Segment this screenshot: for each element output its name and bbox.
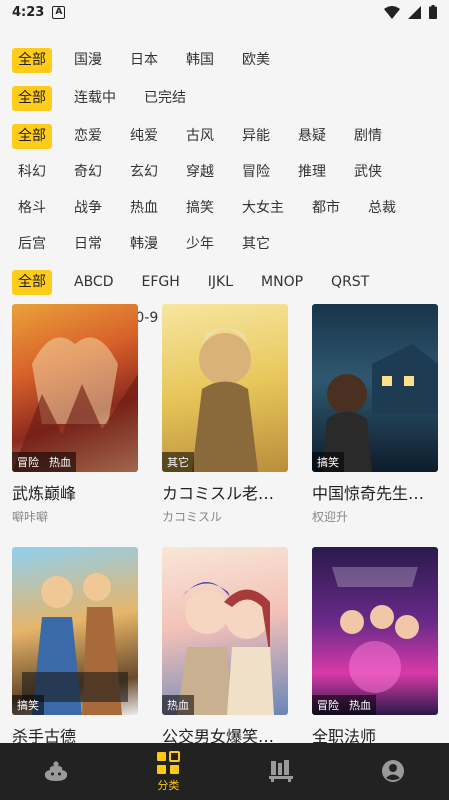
comic-cover-image[interactable]: 搞笑 xyxy=(12,547,138,715)
filter-chip-genre[interactable]: 奇幻 xyxy=(68,160,108,185)
filter-chip-genre[interactable]: 穿越 xyxy=(180,160,220,185)
filter-chip-genre[interactable]: 推理 xyxy=(292,160,332,185)
filter-chip-genre[interactable]: 玄幻 xyxy=(124,160,164,185)
comic-tag: 其它 xyxy=(162,452,194,472)
filter-chip-letter[interactable]: 全部 xyxy=(12,270,52,295)
comic-author: カコミスル xyxy=(162,510,223,524)
filter-chip-genre[interactable]: 韩漫 xyxy=(124,232,164,257)
filter-chip-letter[interactable]: IJKL xyxy=(202,270,239,295)
tab-category-label: 分类 xyxy=(157,778,180,792)
user-icon xyxy=(381,759,404,782)
filter-chip-genre[interactable]: 总裁 xyxy=(362,196,402,221)
filter-chip-genre[interactable]: 格斗 xyxy=(12,196,52,221)
grid-icon xyxy=(157,750,181,774)
comic-tags: 热血 xyxy=(162,695,194,715)
filter-chip-genre[interactable]: 剧情 xyxy=(348,124,388,149)
comic-tags: 搞笑 xyxy=(312,452,344,472)
tab-bookshelf[interactable] xyxy=(225,743,337,800)
comic-tags: 搞笑 xyxy=(12,695,44,715)
filter-chip-genre[interactable]: 武侠 xyxy=(348,160,388,185)
signal-icon xyxy=(408,5,421,19)
shelf-icon xyxy=(268,759,293,782)
filter-chip-genre[interactable]: 异能 xyxy=(236,124,276,149)
filter-chip-genre[interactable]: 热血 xyxy=(124,196,164,221)
notification-a-icon: A xyxy=(52,5,66,19)
comic-card[interactable]: 热血 公交男女爆笑… xyxy=(162,547,288,751)
filter-chip-genre[interactable]: 少年 xyxy=(180,232,220,257)
filter-chip-progress[interactable]: 全部 xyxy=(12,86,52,111)
comic-cover-image[interactable]: 其它 xyxy=(162,304,288,472)
filter-chip-genre[interactable]: 搞笑 xyxy=(180,196,220,221)
filter-chip-genre[interactable]: 纯爱 xyxy=(124,124,164,149)
tab-profile[interactable] xyxy=(337,743,449,800)
comic-tag: 冒险 xyxy=(12,452,44,472)
filter-chip-genre[interactable]: 战争 xyxy=(68,196,108,221)
filter-chip-genre[interactable]: 全部 xyxy=(12,124,52,149)
filter-chip-genre[interactable]: 悬疑 xyxy=(292,124,332,149)
bottom-tab-bar: 分类 xyxy=(0,743,449,800)
status-bar: 4:23 A xyxy=(0,0,449,24)
filter-chip-letter[interactable]: EFGH xyxy=(136,270,186,295)
comic-cover-image[interactable]: 热血 xyxy=(162,547,288,715)
filter-chip-genre[interactable]: 科幻 xyxy=(12,160,52,185)
comic-tag: 热血 xyxy=(162,695,194,715)
genre-filter-row: 全部 恋爱 纯爱 古风 异能 悬疑 剧情科幻 奇幻 玄幻 穿越 冒险 推理 武侠格斗 战争 热血 搞笑 大女主都… xyxy=(12,124,437,257)
filter-chip-progress[interactable]: 已完结 xyxy=(138,86,192,111)
comic-author: 噼咔噼 xyxy=(12,510,49,524)
comic-tag: 热血 xyxy=(344,695,376,715)
comic-tags: 冒险 热血 xyxy=(312,695,376,715)
region-filter-row: 全部 国漫 日本 韩国 欧美 xyxy=(12,48,437,73)
filter-chip-genre[interactable]: 大女主 xyxy=(236,196,290,221)
filter-chip-region[interactable]: 全部 xyxy=(12,48,52,73)
comic-tags: 冒险 热血 xyxy=(12,452,76,472)
comic-tag: 搞笑 xyxy=(12,695,44,715)
progress-filter-row: 全部 连载中 已完结 xyxy=(12,86,437,111)
comic-card[interactable]: 冒险 热血武炼巅峰噼咔噼 xyxy=(12,304,138,525)
filter-chip-letter[interactable]: MNOP xyxy=(255,270,309,295)
comic-title[interactable]: 武炼巅峰 xyxy=(12,480,138,504)
filter-chip-genre[interactable]: 都市 xyxy=(306,196,346,221)
comic-tag: 冒险 xyxy=(312,695,344,715)
filter-chip-genre[interactable]: 古风 xyxy=(180,124,220,149)
comic-tag: 热血 xyxy=(44,452,76,472)
filter-chip-genre[interactable]: 冒险 xyxy=(236,160,276,185)
filter-chip-region[interactable]: 韩国 xyxy=(180,48,220,73)
comic-grid: 冒险 热血 武炼巅峰 噼咔噼 其它 カコミスル老… カコミスル 搞笑 中国惊奇先生… 权迎升 搞笑杀… xyxy=(12,304,438,751)
comic-tag: 搞笑 xyxy=(312,452,344,472)
comic-card[interactable]: 其它カコミスル老… カコミスル xyxy=(162,304,288,525)
filter-chip-genre[interactable]: 后宫 xyxy=(12,232,52,257)
filter-chip-genre[interactable]: 恋爱 xyxy=(68,124,108,149)
comic-cover-image[interactable]: 搞笑 xyxy=(312,304,438,472)
comic-card[interactable]: 冒险 热血 全职法师 xyxy=(312,547,438,751)
filter-panel: 全部 国漫 日本 韩国 欧美 全部 连载中 已完结 全部 恋爱 纯爱 古风 异能 悬疑 剧情 科幻 奇幻 玄幻… xyxy=(0,24,449,331)
comic-author: 权迎升 xyxy=(312,510,349,524)
filter-chip-progress[interactable]: 连载中 xyxy=(68,86,122,111)
comic-cover-image[interactable]: 冒险 热血 xyxy=(12,304,138,472)
battery-icon xyxy=(429,5,437,19)
comic-title[interactable]: カコミスル老… xyxy=(162,480,288,504)
filter-chip-letter[interactable]: ABCD xyxy=(68,270,120,295)
status-icons xyxy=(384,5,437,19)
filter-chip-genre[interactable]: 其它 xyxy=(236,232,276,257)
comic-card[interactable]: 搞笑中国惊奇先生… 权迎升 xyxy=(312,304,438,525)
tab-home[interactable] xyxy=(0,743,112,800)
filter-chip-region[interactable]: 国漫 xyxy=(68,48,108,73)
comic-title[interactable]: 中国惊奇先生… xyxy=(312,480,438,504)
filter-chip-region[interactable]: 欧美 xyxy=(236,48,276,73)
poop-icon xyxy=(44,760,68,781)
tab-category[interactable]: 分类 xyxy=(112,743,224,800)
comic-card[interactable]: 搞笑 杀手古德 xyxy=(12,547,138,751)
wifi-icon xyxy=(384,5,400,19)
filter-chip-genre[interactable]: 日常 xyxy=(68,232,108,257)
status-time: 4:23 xyxy=(12,4,45,20)
comic-tags: 其它 xyxy=(162,452,194,472)
filter-chip-region[interactable]: 日本 xyxy=(124,48,164,73)
filter-chip-letter[interactable]: QRST xyxy=(325,270,375,295)
comic-cover-image[interactable]: 冒险 热血 xyxy=(312,547,438,715)
